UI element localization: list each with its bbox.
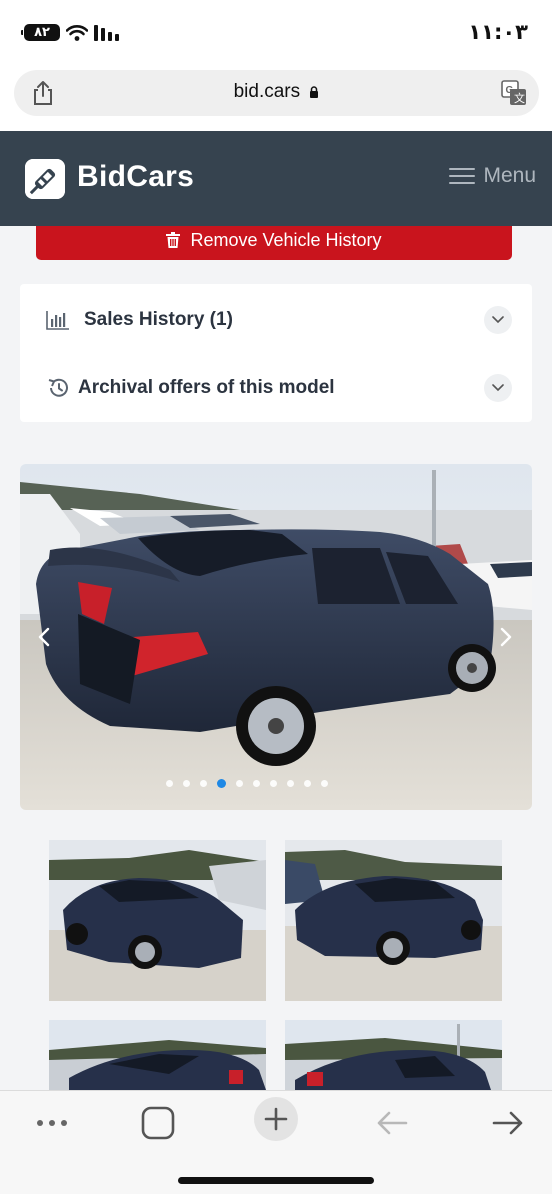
battery-indicator: ۸۲ <box>21 24 60 41</box>
cellular-signal-icon <box>94 25 119 41</box>
bidcars-logo-icon[interactable] <box>25 159 65 199</box>
logo-text[interactable]: BidCars <box>77 160 194 194</box>
carousel-dot-active[interactable] <box>217 779 226 788</box>
thumbnail-photo[interactable] <box>285 1020 502 1090</box>
translate-icon[interactable]: G 文 <box>501 80 527 106</box>
thumbnail-image <box>285 1020 502 1090</box>
more-icon[interactable] <box>32 1103 72 1143</box>
carousel-dot[interactable] <box>236 780 243 787</box>
carousel-dot[interactable] <box>287 780 294 787</box>
thumbnail-image <box>49 840 266 1001</box>
remove-vehicle-history-label: Remove Vehicle History <box>190 229 382 250</box>
carousel-dot[interactable] <box>270 780 277 787</box>
chevron-down-icon[interactable] <box>484 374 512 402</box>
bar-chart-icon <box>46 311 69 330</box>
menu-label: Menu <box>483 164 536 187</box>
page-content: Remove Vehicle History Sales History (1)… <box>0 226 552 1090</box>
carousel-dot[interactable] <box>304 780 311 787</box>
menu-button[interactable]: Menu <box>449 161 536 191</box>
next-photo-icon[interactable] <box>498 626 514 648</box>
forward-icon[interactable] <box>488 1103 528 1143</box>
url-text: bid.cars <box>233 81 301 102</box>
carousel-dot[interactable] <box>166 780 173 787</box>
lock-icon <box>310 86 319 98</box>
chevron-down-icon[interactable] <box>484 306 512 334</box>
main-vehicle-photo[interactable] <box>20 464 532 810</box>
thumbnail-image <box>285 840 502 1001</box>
svg-text:文: 文 <box>514 91 525 105</box>
history-card: Sales History (1) Archival offers of thi… <box>20 284 532 422</box>
thumbnail-photo[interactable] <box>285 840 502 1001</box>
sales-history-row[interactable]: Sales History (1) <box>20 290 532 350</box>
vehicle-photo-image <box>20 464 532 810</box>
wifi-icon <box>66 25 88 41</box>
new-tab-icon[interactable] <box>254 1097 298 1141</box>
carousel-dot[interactable] <box>253 780 260 787</box>
trash-icon <box>166 232 181 248</box>
carousel-dot[interactable] <box>321 780 328 787</box>
thumbnail-photo[interactable] <box>49 1020 266 1090</box>
home-indicator <box>178 1177 374 1184</box>
remove-vehicle-history-button[interactable]: Remove Vehicle History <box>36 226 512 260</box>
carousel-dot[interactable] <box>183 780 190 787</box>
thumbnail-image <box>49 1020 266 1090</box>
previous-photo-icon[interactable] <box>36 626 52 648</box>
sales-history-label: Sales History (1) <box>84 309 233 330</box>
carousel-dots[interactable] <box>20 779 532 788</box>
archival-offers-row[interactable]: Archival offers of this model <box>20 358 532 418</box>
svg-text:G: G <box>506 85 514 96</box>
thumbnail-photo[interactable] <box>49 840 266 1001</box>
archival-offers-label: Archival offers of this model <box>78 377 335 398</box>
tabs-icon[interactable] <box>138 1103 178 1143</box>
history-icon <box>48 378 68 397</box>
address-bar[interactable]: bid.cars G 文 <box>14 70 539 116</box>
carousel-dot[interactable] <box>200 780 207 787</box>
url-field[interactable]: bid.cars <box>14 81 539 103</box>
status-bar: ۸۲ ۱۱:۰۳ <box>0 0 552 64</box>
hamburger-icon <box>449 166 476 186</box>
back-icon[interactable] <box>372 1103 412 1143</box>
site-header: BidCars Menu <box>0 131 552 226</box>
status-time: ۱۱:۰۳ <box>468 20 528 44</box>
